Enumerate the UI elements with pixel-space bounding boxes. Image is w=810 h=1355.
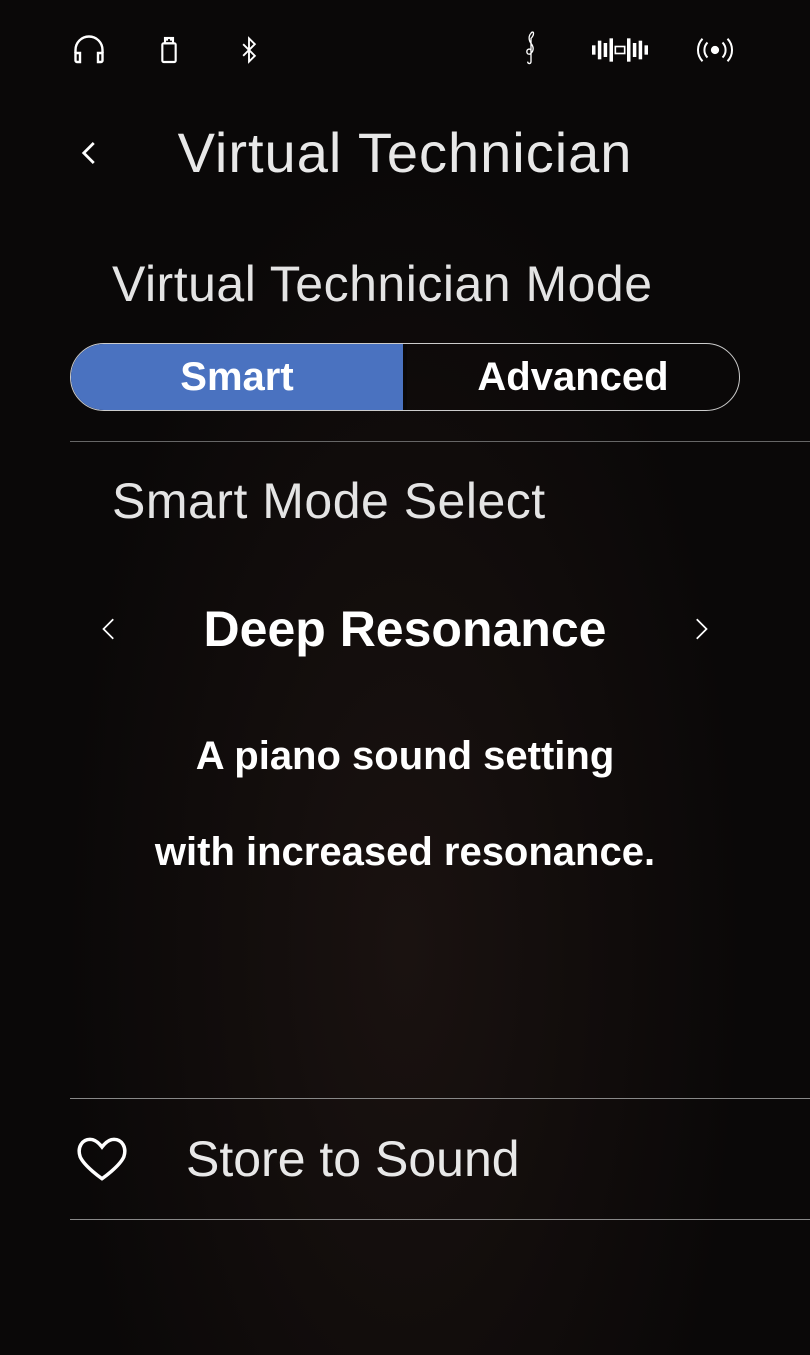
prev-button[interactable] [90, 604, 130, 654]
smart-select-row: Deep Resonance [70, 560, 740, 698]
description-line: A piano sound setting [110, 708, 700, 804]
treble-clef-icon [512, 30, 550, 70]
heart-icon [74, 1135, 130, 1183]
mode-segmented-control: Smart Advanced [70, 343, 740, 411]
segment-smart[interactable]: Smart [71, 344, 407, 410]
mode-section-label: Virtual Technician Mode [112, 255, 740, 313]
status-right-group [512, 30, 740, 70]
bluetooth-icon [230, 30, 268, 70]
divider [70, 441, 810, 442]
mode-section: Virtual Technician Mode Smart Advanced [0, 255, 810, 411]
store-to-sound-label: Store to Sound [186, 1130, 520, 1188]
usb-icon [150, 30, 188, 70]
broadcast-icon [690, 30, 740, 70]
smart-select-description: A piano sound setting with increased res… [70, 698, 740, 900]
smart-select-label: Smart Mode Select [112, 472, 740, 530]
status-bar [0, 0, 810, 100]
store-to-sound-row[interactable]: Store to Sound [70, 1098, 810, 1220]
status-left-group [70, 30, 268, 70]
page-header: Virtual Technician [0, 100, 810, 225]
description-line: with increased resonance. [110, 804, 700, 900]
smart-select-section: Smart Mode Select Deep Resonance A piano… [0, 472, 810, 900]
headphones-icon [70, 30, 108, 70]
smart-select-value: Deep Resonance [204, 600, 607, 658]
equalizer-icon [592, 30, 648, 70]
next-button[interactable] [680, 604, 720, 654]
page-title: Virtual Technician [70, 120, 740, 185]
segment-advanced[interactable]: Advanced [407, 344, 739, 410]
